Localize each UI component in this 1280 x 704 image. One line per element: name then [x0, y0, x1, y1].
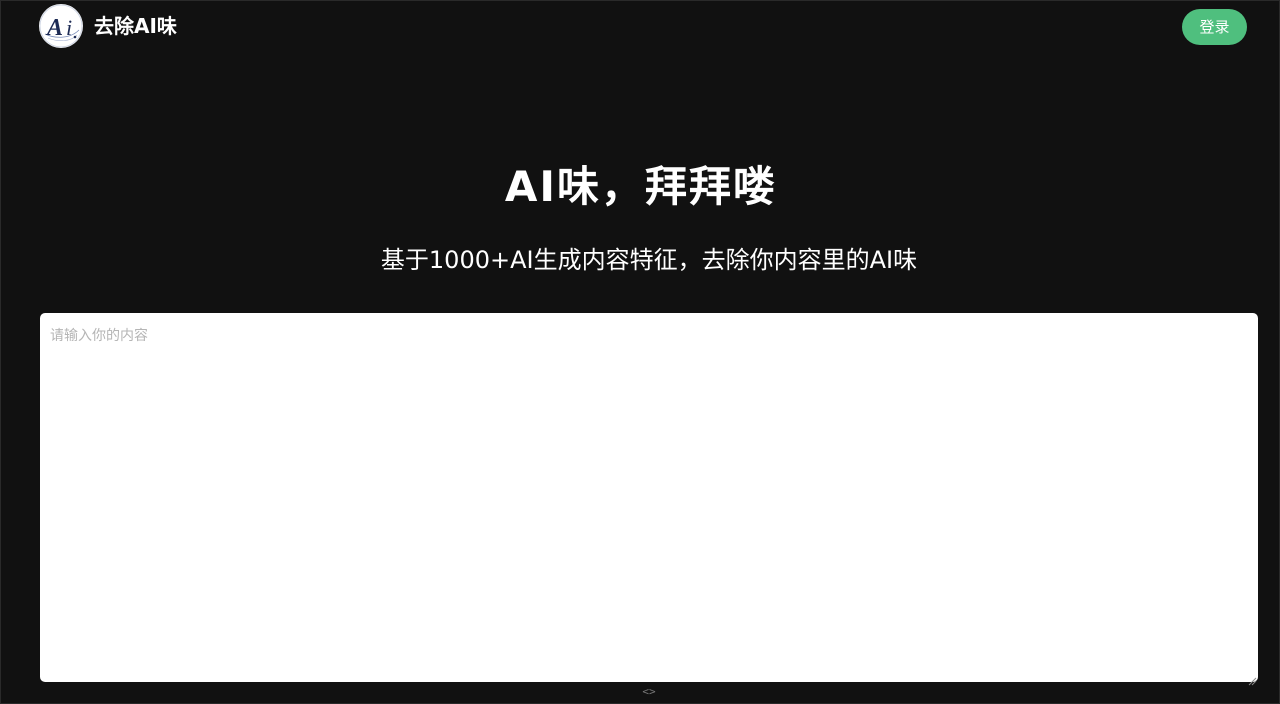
header: A i 去除AI味 登录 — [1, 1, 1280, 53]
hero-subtitle: 基于1000+AI生成内容特征，去除你内容里的AI味 — [380, 246, 918, 274]
brand-name: 去除AI味 — [94, 14, 177, 38]
page: A i 去除AI味 登录 AI味，拜拜喽 基于1000+AI生成内容特征，去除你… — [0, 0, 1280, 704]
resize-grip-icon[interactable] — [1247, 671, 1257, 686]
login-button[interactable]: 登录 — [1182, 9, 1247, 45]
code-toggle-icon[interactable]: <> — [637, 684, 661, 700]
ai-logo-icon[interactable]: A i — [39, 4, 83, 48]
hero-title: AI味，拜拜喽 — [504, 162, 778, 211]
content-input[interactable] — [40, 313, 1258, 682]
svg-text:i: i — [66, 15, 72, 40]
svg-text:A: A — [45, 15, 63, 41]
